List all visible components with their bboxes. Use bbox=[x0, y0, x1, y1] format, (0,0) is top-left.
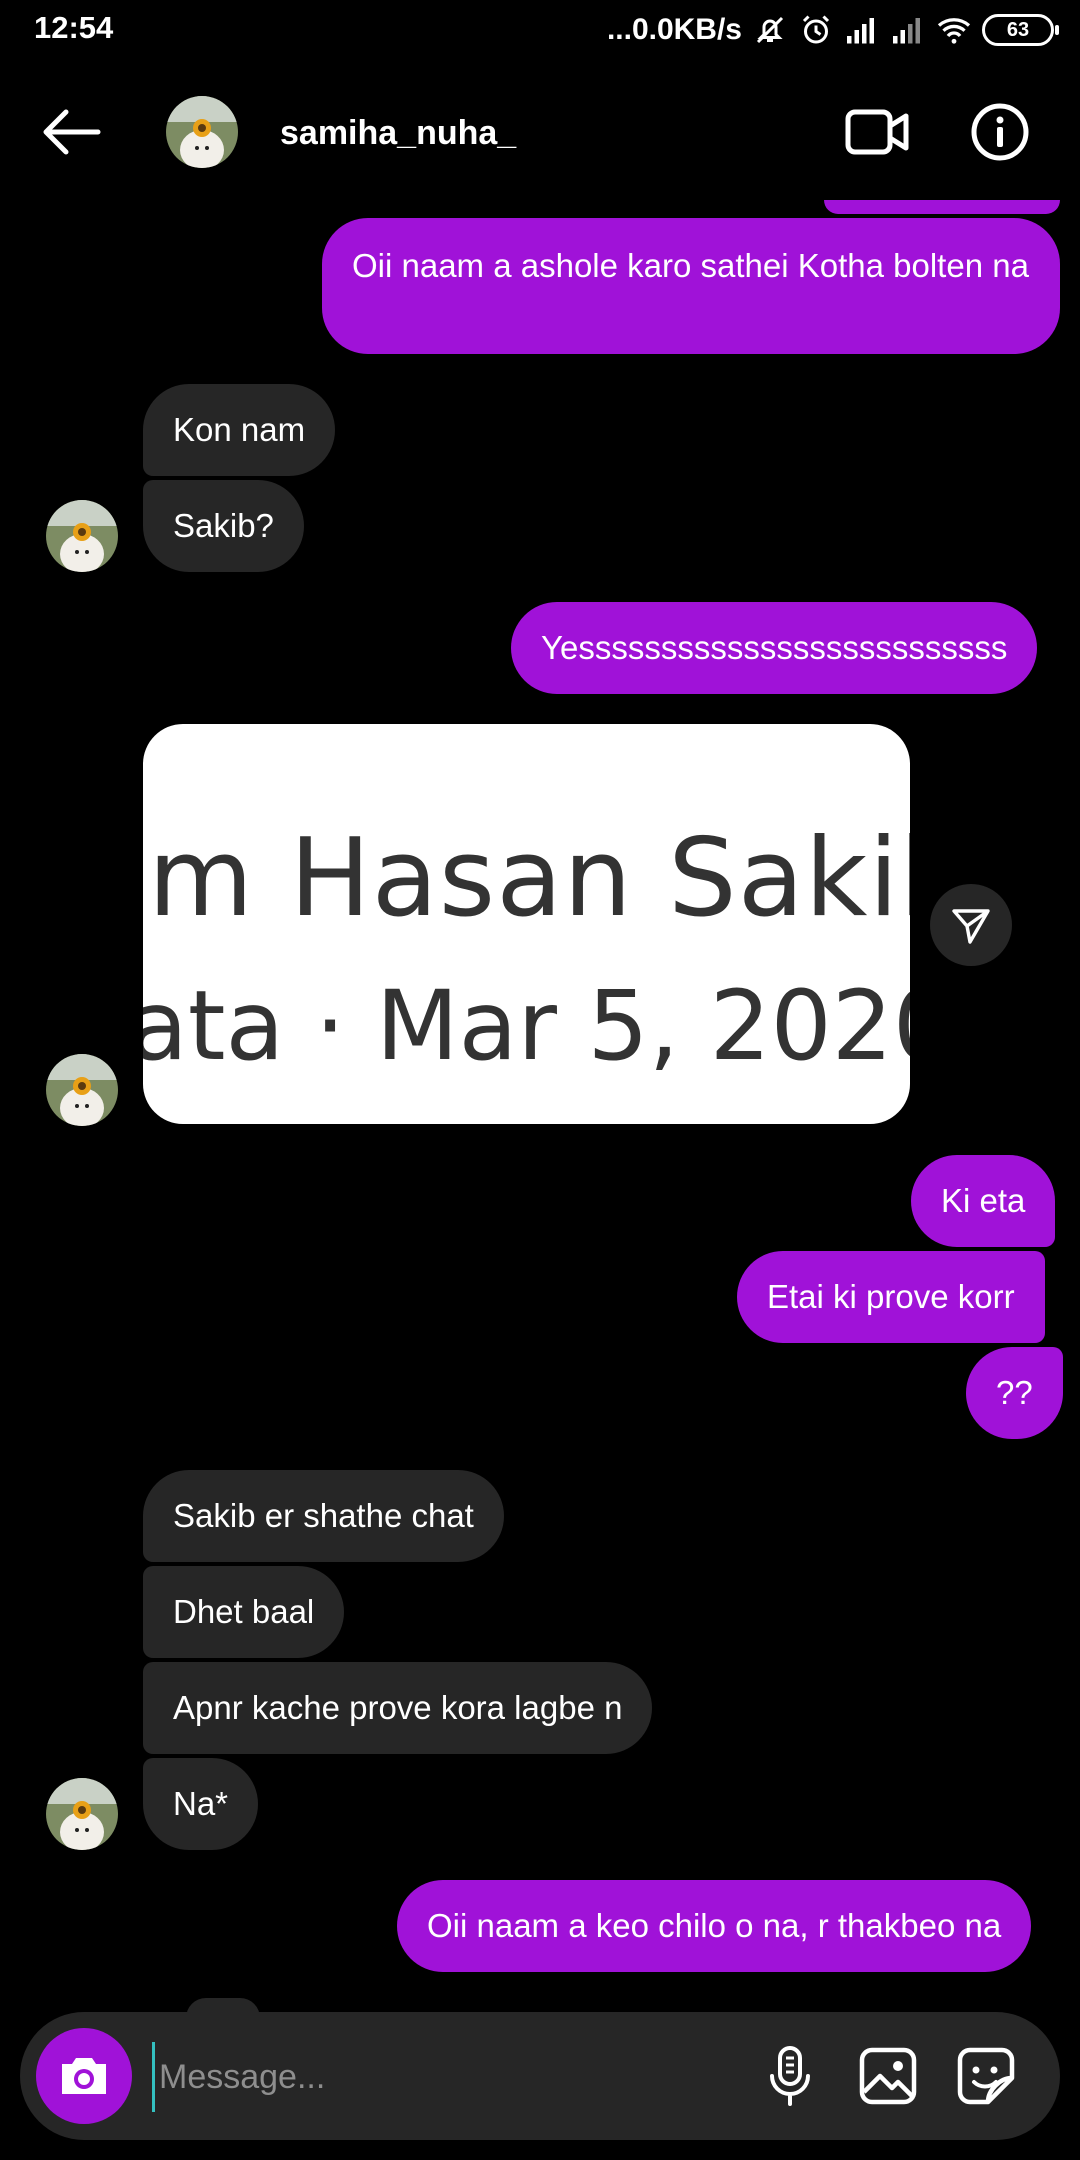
sender-avatar[interactable] bbox=[46, 500, 118, 572]
message-text: Dhet baal bbox=[173, 1593, 315, 1630]
message-outgoing[interactable]: Oii naam a keo chilo o na, r thakbeo na bbox=[397, 1880, 1032, 1972]
message-incoming[interactable]: Na* bbox=[143, 1758, 259, 1850]
message-incoming[interactable]: Kon nam bbox=[143, 384, 336, 476]
message-input[interactable] bbox=[152, 2042, 721, 2112]
message-outgoing[interactable]: Etai ki prove korr bbox=[737, 1251, 1045, 1343]
sender-avatar[interactable] bbox=[46, 1778, 118, 1850]
message-text: Ki eta bbox=[941, 1182, 1026, 1219]
previous-message-edge bbox=[824, 200, 1060, 214]
back-arrow-icon[interactable] bbox=[36, 104, 106, 160]
profile-avatar[interactable] bbox=[166, 96, 238, 168]
message-text: Yessssssssssssssssssssssssss bbox=[541, 629, 1008, 666]
status-time: 12:54 bbox=[34, 10, 114, 45]
message-text: Kon nam bbox=[173, 411, 306, 448]
image-text-line: im Hasan Sakib bbox=[143, 816, 910, 941]
alarm-icon bbox=[802, 15, 830, 44]
message-text: Apnr kache prove kora lagbe n bbox=[173, 1689, 623, 1726]
message-outgoing[interactable]: Yessssssssssssssssssssssssss bbox=[511, 602, 1038, 694]
message-incoming[interactable]: Apnr kache prove kora lagbe n bbox=[143, 1662, 653, 1754]
message-incoming[interactable]: Dhet baal bbox=[143, 1566, 345, 1658]
network-speed: ...0.0KB/s bbox=[606, 13, 742, 46]
mute-icon bbox=[756, 16, 784, 44]
battery-icon: 63 bbox=[982, 14, 1059, 46]
camera-icon bbox=[62, 2058, 106, 2094]
avatar-image bbox=[46, 1054, 118, 1126]
status-icons: ...0.0KB/s 63 bbox=[606, 8, 1059, 52]
signal-icon bbox=[847, 18, 874, 44]
message-outgoing[interactable]: ?? bbox=[966, 1347, 1063, 1439]
battery-level: 63 bbox=[1006, 18, 1030, 41]
avatar-image bbox=[46, 500, 118, 572]
gallery-icon[interactable] bbox=[854, 2042, 922, 2110]
message-text: Na* bbox=[173, 1785, 229, 1822]
message-incoming[interactable]: Sakib? bbox=[143, 480, 304, 572]
video-call-icon[interactable] bbox=[844, 106, 910, 158]
send-icon bbox=[952, 909, 990, 944]
message-text: Oii naam a ashole karo sathei Kotha bolt… bbox=[352, 247, 1029, 284]
message-composer bbox=[20, 2012, 1060, 2140]
camera-button[interactable] bbox=[36, 2028, 132, 2124]
message-text: ?? bbox=[996, 1374, 1033, 1411]
chat-header: samiha_nuha_ bbox=[0, 62, 1080, 212]
chat-username[interactable]: samiha_nuha_ bbox=[280, 114, 516, 153]
avatar-image bbox=[166, 96, 238, 168]
signal-icon-2 bbox=[893, 18, 920, 44]
message-text: Sakib? bbox=[173, 507, 274, 544]
image-text-line: ata · Mar 5, 2020 bbox=[143, 970, 910, 1082]
wifi-icon bbox=[937, 18, 971, 44]
message-incoming[interactable]: Sakib er shathe chat bbox=[143, 1470, 504, 1562]
shared-image-message[interactable]: im Hasan Sakib ata · Mar 5, 2020 bbox=[143, 724, 910, 1124]
message-text: Oii naam a keo chilo o na, r thakbeo na bbox=[427, 1907, 1002, 1944]
message-text: Sakib er shathe chat bbox=[173, 1497, 474, 1534]
info-icon[interactable] bbox=[970, 102, 1030, 162]
avatar-image bbox=[46, 1778, 118, 1850]
status-bar: 12:54 ...0.0KB/s 63 bbox=[0, 0, 1080, 62]
sticker-icon[interactable] bbox=[952, 2042, 1020, 2110]
microphone-icon[interactable] bbox=[756, 2042, 824, 2110]
message-outgoing[interactable]: Oii naam a ashole karo sathei Kotha bolt… bbox=[322, 218, 1060, 354]
sender-avatar[interactable] bbox=[46, 1054, 118, 1126]
message-outgoing[interactable]: Ki eta bbox=[911, 1155, 1056, 1247]
message-text: Etai ki prove korr bbox=[767, 1278, 1015, 1315]
share-button[interactable] bbox=[930, 884, 1012, 966]
